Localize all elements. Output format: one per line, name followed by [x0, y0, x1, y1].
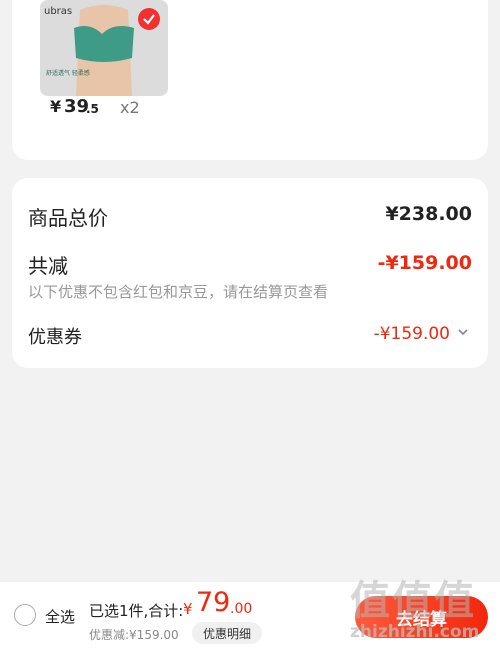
- reduction-value: -¥159.00: [377, 252, 472, 274]
- price-summary-card: 商品总价 ¥238.00 共减 -¥159.00 以下优惠不包含红包和京豆，请在…: [12, 178, 488, 368]
- total-amount-decimal: .00: [230, 601, 253, 617]
- product-price-symbol: ¥: [50, 97, 62, 116]
- discount-detail-button[interactable]: 优惠明细: [192, 622, 262, 644]
- check-circle-icon[interactable]: [138, 8, 160, 30]
- discount-amount: 优惠减:¥159.00: [89, 628, 179, 642]
- total-price-value: ¥238.00: [385, 203, 472, 225]
- product-quantity: x2: [120, 98, 140, 117]
- total-symbol: ¥: [183, 600, 193, 618]
- product-tagline: 舒适透气 轻柔感: [46, 70, 90, 77]
- coupon-label[interactable]: 优惠券: [28, 323, 82, 349]
- discount-note: 以下优惠不包含红包和京豆，请在结算页查看: [28, 283, 329, 301]
- select-all-radio[interactable]: [14, 604, 36, 626]
- reduction-label: 共减: [28, 254, 68, 278]
- watermark-url: zhizhizhi.com: [350, 622, 480, 642]
- product-card: ubras 舒适透气 轻柔感 ¥ 39 .5 x2: [12, 0, 488, 160]
- selected-count-label: 已选1件,合计:: [89, 602, 184, 620]
- product-price-decimal: .5: [86, 102, 99, 116]
- product-thumbnail[interactable]: ubras 舒适透气 轻柔感: [40, 0, 168, 96]
- watermark-logo: 值值值: [350, 578, 476, 624]
- product-brand-text: ubras: [44, 6, 73, 17]
- select-all-label[interactable]: 全选: [45, 606, 75, 627]
- total-amount-integer: 79: [196, 587, 231, 618]
- total-price-label: 商品总价: [28, 206, 108, 230]
- coupon-value[interactable]: -¥159.00: [374, 324, 450, 344]
- chevron-down-icon[interactable]: [458, 327, 468, 337]
